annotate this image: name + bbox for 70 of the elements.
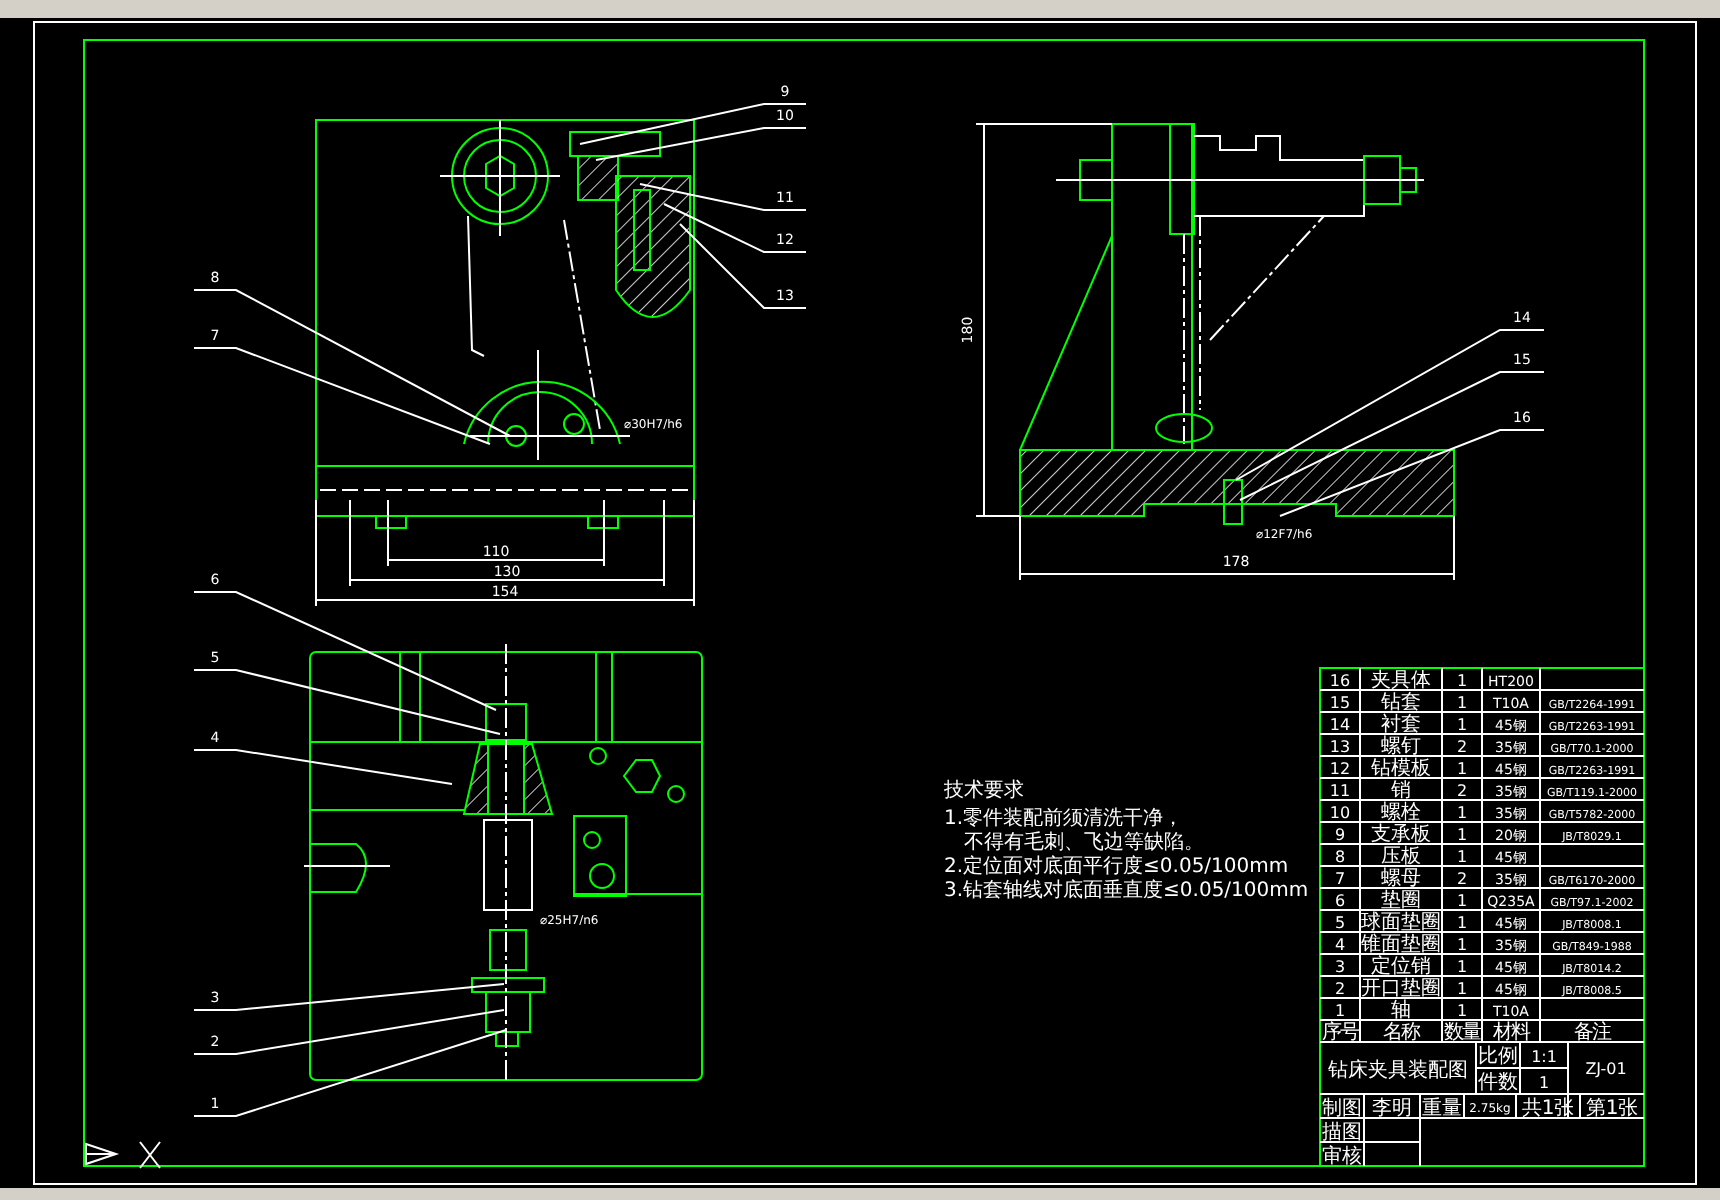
part-number: 10 bbox=[1329, 804, 1351, 822]
part-quantity: 2 bbox=[1456, 738, 1468, 756]
part-name: 锥面垫圈 bbox=[1361, 934, 1441, 956]
part-number: 6 bbox=[1334, 892, 1346, 910]
drawing-number: ZJ-01 bbox=[1585, 1060, 1627, 1078]
part-quantity: 1 bbox=[1456, 914, 1468, 932]
part-quantity: 1 bbox=[1456, 672, 1468, 690]
part-number: 15 bbox=[1329, 694, 1351, 712]
part-quantity: 1 bbox=[1456, 980, 1468, 998]
column-header: 名称 bbox=[1383, 1022, 1419, 1044]
part-name: 定位销 bbox=[1371, 956, 1431, 978]
part-name: 球面垫圈 bbox=[1361, 912, 1441, 934]
part-name: 钻模板 bbox=[1371, 758, 1431, 780]
part-number: 5 bbox=[1334, 914, 1346, 932]
part-number: 4 bbox=[1334, 936, 1346, 954]
part-number: 8 bbox=[1334, 848, 1346, 866]
part-name: 螺钉 bbox=[1381, 736, 1421, 758]
part-name: 开口垫圈 bbox=[1361, 978, 1441, 1000]
checked-label: 审核 bbox=[1322, 1146, 1362, 1168]
technical-note: 1.零件装配前须清洗干净， bbox=[944, 808, 1184, 830]
part-number: 3 bbox=[1334, 958, 1346, 976]
sheet-number: 第1张 bbox=[1585, 1098, 1639, 1120]
part-quantity: 1 bbox=[1456, 1002, 1468, 1020]
technical-note: 3.钻套轴线对底面垂直度≤0.05/100mm bbox=[944, 880, 1309, 902]
part-quantity: 1 bbox=[1456, 804, 1468, 822]
part-name: 压板 bbox=[1381, 846, 1421, 868]
part-quantity: 1 bbox=[1456, 848, 1468, 866]
column-header: 材料 bbox=[1493, 1022, 1529, 1044]
part-name: 轴 bbox=[1391, 1000, 1411, 1022]
part-number: 16 bbox=[1329, 672, 1351, 690]
count-label: 件数 bbox=[1478, 1072, 1518, 1094]
part-number: 13 bbox=[1329, 738, 1351, 756]
column-header: 备注 bbox=[1574, 1022, 1610, 1044]
part-number: 7 bbox=[1334, 870, 1346, 888]
part-quantity: 1 bbox=[1456, 694, 1468, 712]
drawn-by: 李明 bbox=[1372, 1098, 1412, 1120]
part-number: 1 bbox=[1334, 1002, 1346, 1020]
technical-note: 2.定位面对底面平行度≤0.05/100mm bbox=[944, 856, 1289, 878]
part-name: 衬套 bbox=[1381, 714, 1421, 736]
part-quantity: 1 bbox=[1456, 936, 1468, 954]
part-number: 14 bbox=[1329, 716, 1351, 734]
part-quantity: 1 bbox=[1456, 892, 1468, 910]
column-header: 序号 bbox=[1322, 1022, 1358, 1044]
notes-title: 技术要求 bbox=[944, 780, 1024, 802]
drawn-label: 制图 bbox=[1322, 1098, 1362, 1120]
drawing-title: 钻床夹具装配图 bbox=[1328, 1060, 1468, 1082]
traced-label: 描图 bbox=[1322, 1122, 1362, 1144]
scale-value: 1:1 bbox=[1531, 1048, 1557, 1066]
part-quantity: 2 bbox=[1456, 870, 1468, 888]
weight-label: 重量 bbox=[1422, 1098, 1462, 1120]
part-name: 支承板 bbox=[1371, 824, 1431, 846]
part-name: 螺栓 bbox=[1381, 802, 1421, 824]
part-number: 11 bbox=[1329, 782, 1351, 800]
part-name: 钻套 bbox=[1381, 692, 1421, 714]
part-number: 9 bbox=[1334, 826, 1346, 844]
count-value: 1 bbox=[1538, 1074, 1550, 1092]
part-quantity: 2 bbox=[1456, 782, 1468, 800]
column-header: 数量 bbox=[1444, 1022, 1480, 1044]
part-number: 2 bbox=[1334, 980, 1346, 998]
scale-label: 比例 bbox=[1478, 1046, 1518, 1068]
part-quantity: 1 bbox=[1456, 826, 1468, 844]
technical-note: 不得有毛刺、飞边等缺陷。 bbox=[964, 832, 1204, 854]
part-name: 螺母 bbox=[1381, 868, 1421, 890]
part-name: 销 bbox=[1391, 780, 1411, 802]
part-name: 垫圈 bbox=[1381, 890, 1421, 912]
part-number: 12 bbox=[1329, 760, 1351, 778]
part-name: 夹具体 bbox=[1371, 670, 1431, 692]
part-quantity: 1 bbox=[1456, 958, 1468, 976]
part-quantity: 1 bbox=[1456, 716, 1468, 734]
part-quantity: 1 bbox=[1456, 760, 1468, 778]
